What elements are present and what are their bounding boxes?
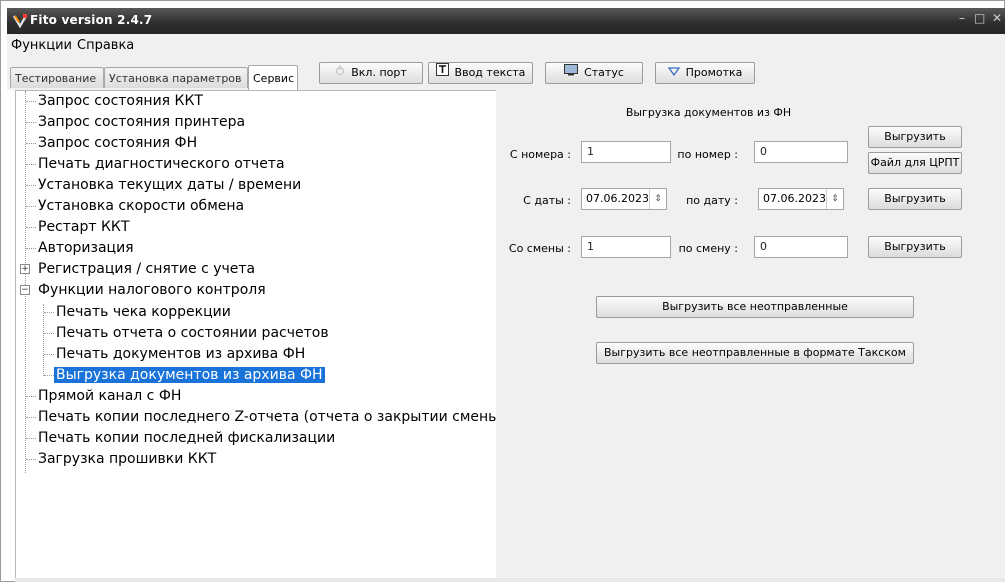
from-date-label: С даты :	[523, 194, 571, 207]
tree-item[interactable]: Печать отчета о состоянии расчетов	[54, 323, 331, 343]
tree-item[interactable]: Рестарт ККТ	[36, 217, 131, 237]
tree-line	[44, 375, 54, 376]
tree-item[interactable]: Запрос состояния принтера	[36, 112, 247, 132]
tree-item[interactable]: Запрос состояния ФН	[36, 133, 199, 153]
tree-item[interactable]: Запрос состояния ККТ	[36, 91, 205, 111]
tree-item[interactable]: Авторизация	[36, 238, 136, 258]
tree-item[interactable]: Печать диагностического отчета	[36, 154, 287, 174]
export-by-number-button[interactable]: Выгрузить	[868, 126, 962, 148]
text-input-button[interactable]: Ввод текста	[428, 62, 533, 84]
monitor-icon	[564, 63, 579, 83]
title-bar[interactable]: Fito version 2.4.7 – □ ✕	[7, 8, 1005, 34]
tree-item-registration[interactable]: Регистрация / снятие с учета	[36, 259, 257, 279]
text-input-icon	[435, 63, 449, 83]
crpt-file-button[interactable]: Файл для ЦРПТ	[868, 152, 962, 174]
port-button[interactable]: Вкл. порт	[319, 62, 423, 84]
tree-item[interactable]: Установка скорости обмена	[36, 196, 246, 216]
tree-line	[26, 417, 36, 418]
close-button[interactable]: ✕	[992, 11, 1002, 25]
tree-item[interactable]: Загрузка прошивки ККТ	[36, 449, 218, 469]
feed-button-label: Промотка	[685, 66, 743, 79]
from-number-input[interactable]: 1	[581, 141, 671, 163]
to-shift-input[interactable]: 0	[754, 236, 848, 258]
collapse-tax-control-icon[interactable]: −	[20, 285, 30, 295]
power-icon	[335, 63, 345, 83]
tree-line	[26, 143, 36, 144]
panel-title: Выгрузка документов из ФН	[625, 106, 792, 119]
tab-parameters[interactable]: Установка параметров	[104, 67, 248, 88]
from-shift-input[interactable]: 1	[581, 236, 671, 258]
from-date-input[interactable]: 07.06.2023 ⇕	[581, 188, 667, 210]
menu-bar: Функции Справка	[7, 34, 1005, 58]
tree-line	[26, 206, 36, 207]
tree-line	[43, 304, 44, 376]
expand-registration-icon[interactable]: +	[20, 264, 30, 274]
tree-line	[44, 333, 54, 334]
triangle-down-icon	[667, 63, 680, 83]
port-button-label: Вкл. порт	[351, 66, 407, 79]
menu-help[interactable]: Справка	[77, 38, 134, 53]
menu-functions[interactable]: Функции	[11, 38, 72, 53]
tree-line	[26, 396, 36, 397]
minimize-button[interactable]: –	[959, 11, 965, 25]
export-by-date-button[interactable]: Выгрузить	[868, 188, 962, 210]
tab-testing[interactable]: Тестирование	[10, 67, 104, 88]
tree-item[interactable]: Печать документов из архива ФН	[54, 344, 307, 364]
export-all-unsent-taxcom-button[interactable]: Выгрузить все неотправленные в формате Т…	[596, 342, 914, 364]
tree-line	[26, 122, 36, 123]
tree-item[interactable]: Печать копии последнего Z-отчета (отчета…	[36, 407, 497, 427]
tree-item-selected[interactable]: Выгрузка документов из архива ФН	[54, 365, 325, 385]
export-panel: Выгрузка документов из ФН С номера : 1 п…	[496, 90, 1005, 582]
tree-line	[26, 164, 36, 165]
to-shift-label: по смену :	[678, 242, 738, 255]
to-number-label: по номер :	[677, 148, 738, 161]
window-title: Fito version 2.4.7	[30, 13, 153, 27]
spin-icon[interactable]: ⇕	[826, 189, 843, 209]
spin-icon[interactable]: ⇕	[649, 189, 666, 209]
from-shift-label: Со смены :	[508, 242, 571, 255]
tree-line	[26, 101, 36, 102]
tree-line	[26, 438, 36, 439]
tree-line	[44, 312, 54, 313]
app-logo-icon	[12, 14, 28, 29]
tree-line	[26, 459, 36, 460]
tree-line	[25, 91, 26, 473]
feed-button[interactable]: Промотка	[655, 62, 755, 84]
text-input-button-label: Ввод текста	[454, 66, 526, 79]
to-date-input[interactable]: 07.06.2023 ⇕	[758, 188, 844, 210]
export-all-unsent-button[interactable]: Выгрузить все неотправленные	[596, 296, 914, 318]
status-button-label: Статус	[584, 66, 624, 79]
tab-service[interactable]: Сервис	[248, 65, 298, 90]
from-number-label: С номера :	[509, 148, 571, 161]
to-number-input[interactable]: 0	[754, 141, 848, 163]
tree-line	[44, 354, 54, 355]
tree-item[interactable]: Печать чека коррекции	[54, 302, 233, 322]
tree-item[interactable]: Печать копии последней фискализации	[36, 428, 337, 448]
tree-line	[26, 227, 36, 228]
export-by-shift-button[interactable]: Выгрузить	[868, 236, 962, 258]
tree-item-tax-control[interactable]: Функции налогового контроля	[36, 280, 268, 300]
to-date-label: по дату :	[686, 194, 738, 207]
status-button[interactable]: Статус	[545, 62, 643, 84]
tree-line	[26, 248, 36, 249]
maximize-button[interactable]: □	[974, 11, 985, 25]
tab-strip: Тестирование Установка параметров Сервис…	[7, 58, 1005, 90]
tree-item[interactable]: Установка текущих даты / времени	[36, 175, 303, 195]
tree-item[interactable]: Прямой канал с ФН	[36, 386, 183, 406]
status-strip	[15, 578, 1005, 582]
tree-line	[26, 185, 36, 186]
function-tree: + − Запрос состояния ККТ Запрос состояни…	[15, 90, 497, 579]
